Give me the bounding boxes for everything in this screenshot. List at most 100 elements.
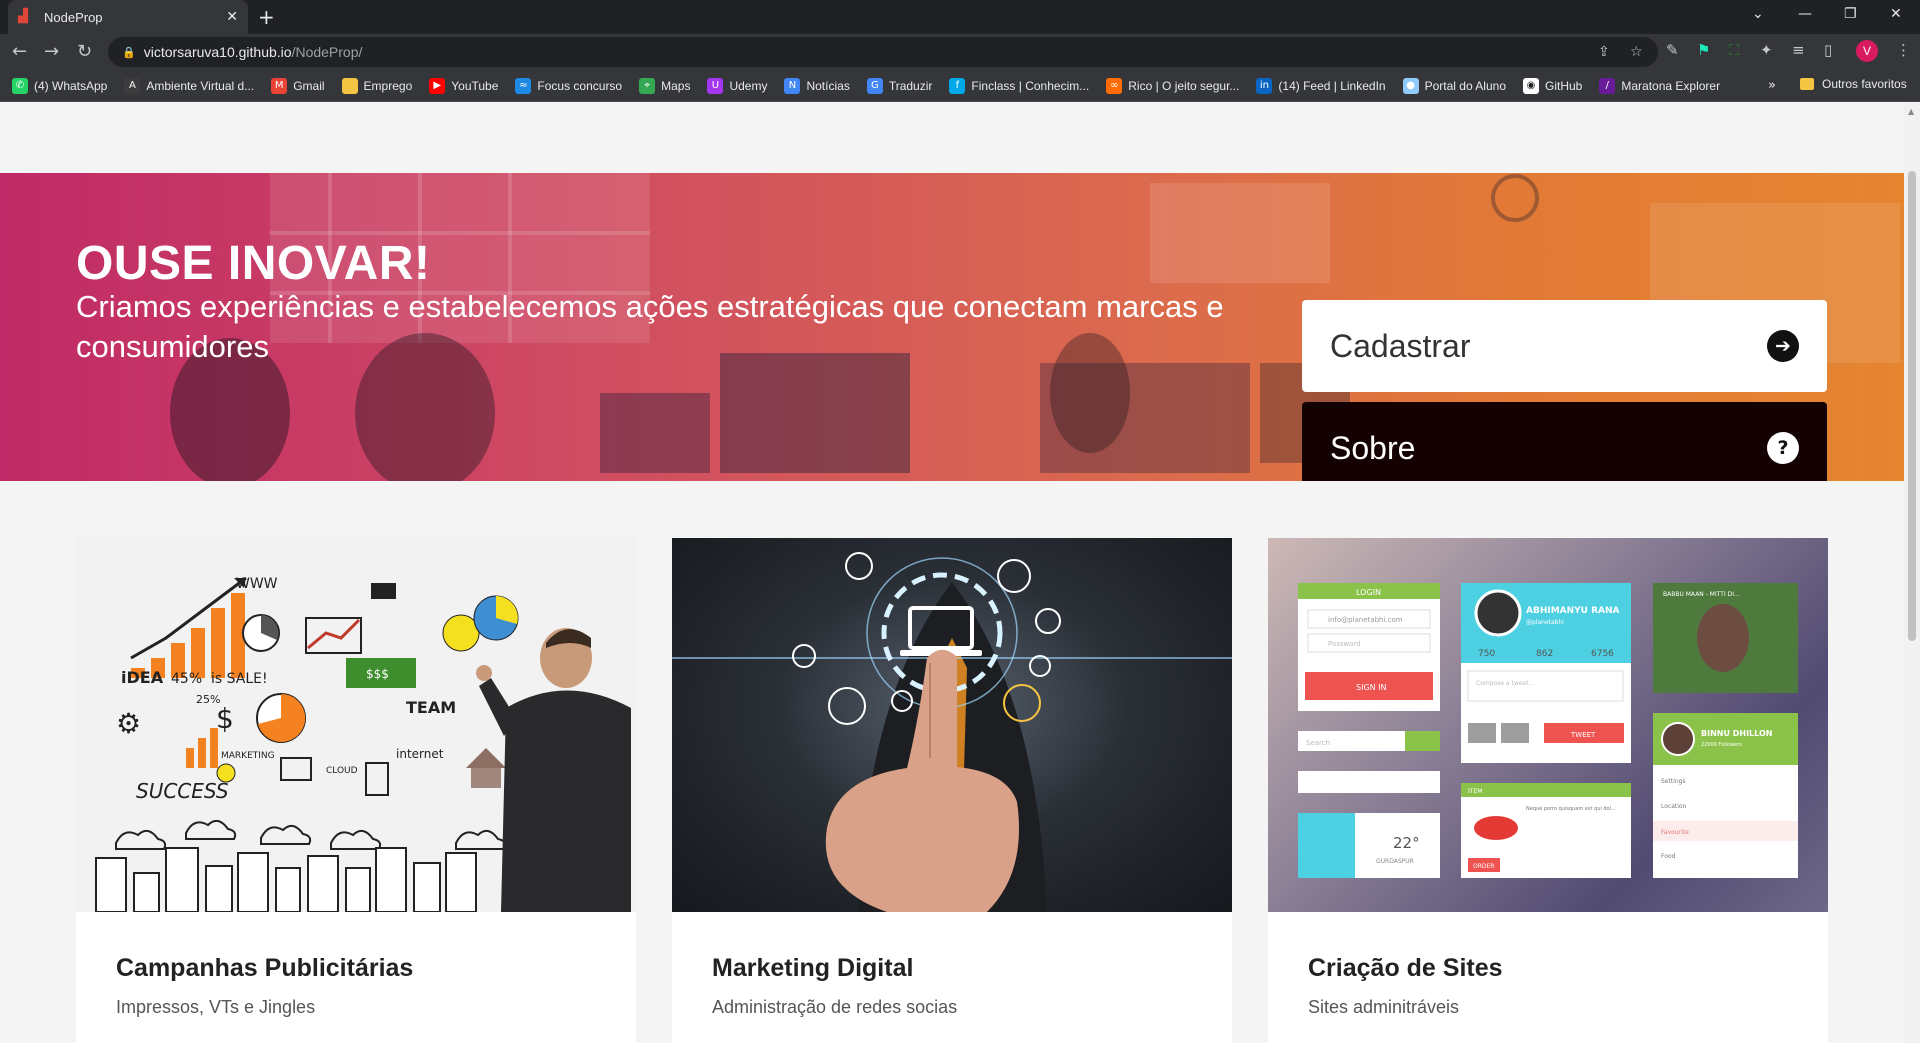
- svg-text:6756: 6756: [1591, 649, 1614, 659]
- svg-text:22000 Followers: 22000 Followers: [1701, 742, 1742, 748]
- question-circle-icon: ?: [1767, 432, 1799, 464]
- scrollbar-thumb[interactable]: [1908, 171, 1916, 641]
- more-bookmarks-icon[interactable]: »: [1768, 78, 1776, 93]
- reload-icon[interactable]: ↻: [77, 41, 92, 62]
- bookmark-label: Traduzir: [888, 78, 933, 93]
- maps-icon: ⌖: [639, 77, 656, 94]
- profile-avatar[interactable]: V: [1856, 40, 1878, 62]
- minimize-icon[interactable]: —: [1798, 6, 1812, 22]
- browser-tab[interactable]: ▟ NodeProp ✕: [8, 0, 248, 34]
- browser-toolbar: ← → ↻ 🔒 victorsaruva10.github.io /NodePr…: [0, 34, 1920, 70]
- card-subtitle: Impressos, VTs e Jingles: [116, 997, 316, 1017]
- bookmark-label: Notícias: [806, 78, 850, 93]
- svg-text:Password: Password: [1328, 640, 1361, 648]
- focus-icon: ≈: [515, 77, 532, 94]
- url-host: victorsaruva10.github.io: [143, 44, 292, 60]
- svg-text:@planetabhi: @planetabhi: [1526, 619, 1564, 626]
- doodle-www-text: WWW: [236, 576, 278, 592]
- bookmark-item[interactable]: ≈ Focus concurso: [515, 77, 622, 94]
- bookmark-item[interactable]: / Maratona Explorer: [1599, 77, 1721, 94]
- lock-icon: 🔒: [122, 45, 136, 59]
- bookmark-item[interactable]: ◉ GitHub: [1523, 77, 1582, 94]
- svg-text:internet: internet: [396, 747, 444, 761]
- card-title: Marketing Digital: [712, 954, 914, 982]
- bookmark-label: (14) Feed | LinkedIn: [1278, 78, 1386, 93]
- whatsapp-icon: ✆: [12, 77, 28, 94]
- bookmark-label: Udemy: [729, 78, 768, 93]
- bookmark-item[interactable]: U Udemy: [707, 77, 768, 94]
- card-title: Campanhas Publicitárias: [116, 954, 414, 982]
- side-panel-icon[interactable]: ▯: [1824, 41, 1832, 59]
- svg-text:BABBU MAAN - MITTI DI...: BABBU MAAN - MITTI DI...: [1663, 591, 1740, 598]
- linkedin-icon: in: [1256, 77, 1273, 94]
- hero-title: OUSE INOVAR!: [76, 237, 431, 290]
- svg-text:info@planetabhi.com: info@planetabhi.com: [1328, 616, 1403, 624]
- bookmark-label: Maratona Explorer: [1621, 78, 1721, 93]
- about-button[interactable]: Sobre ?: [1302, 402, 1827, 481]
- site-favicon-icon: ▟: [18, 9, 28, 24]
- share-icon[interactable]: ⇪: [1598, 44, 1610, 60]
- svg-text:22°: 22°: [1393, 834, 1420, 852]
- translate-icon: G: [866, 77, 883, 94]
- news-icon: N: [784, 77, 801, 94]
- scroll-up-icon[interactable]: ▲: [1908, 107, 1914, 116]
- service-card-websites[interactable]: LOGIN info@planetabhi.com Password SIGN …: [1268, 538, 1828, 1043]
- tab-strip: ▟ NodeProp ✕ + ⌄ — ❐ ✕: [0, 0, 1920, 34]
- page-scrollbar[interactable]: ▲: [1904, 103, 1920, 1043]
- svg-text:ORDER: ORDER: [1473, 863, 1494, 870]
- bookmark-item[interactable]: G Traduzir: [866, 77, 933, 94]
- reading-list-icon[interactable]: ≡: [1792, 41, 1805, 59]
- bookmark-item[interactable]: A Ambiente Virtual d...: [124, 77, 255, 94]
- forward-icon[interactable]: →: [44, 41, 59, 62]
- bookmark-item[interactable]: ⌖ Maps: [639, 77, 690, 94]
- svg-text:45%: 45%: [171, 671, 202, 687]
- extension-expand-icon[interactable]: ⛶: [1729, 41, 1740, 59]
- bookmark-item[interactable]: ✆ (4) WhatsApp: [12, 77, 108, 94]
- hero-subtitle: Criamos experiências e estabelecemos açõ…: [76, 289, 1224, 364]
- bookmark-item[interactable]: Emprego: [341, 77, 412, 94]
- bookmark-item[interactable]: ▶ YouTube: [429, 77, 498, 94]
- svg-text:Location: Location: [1661, 803, 1687, 810]
- menu-kebab-icon[interactable]: ⋮: [1896, 41, 1911, 59]
- bookmark-item[interactable]: in (14) Feed | LinkedIn: [1256, 77, 1386, 94]
- bookmark-item[interactable]: f Finclass | Conhecim...: [949, 77, 1089, 94]
- youtube-icon: ▶: [429, 77, 446, 94]
- page-viewport: OUSE INOVAR! Criamos experiências e esta…: [0, 103, 1904, 1043]
- svg-text:$$$: $$$: [366, 667, 389, 681]
- rico-icon: ∞: [1106, 77, 1123, 94]
- svg-text:Favourite: Favourite: [1661, 829, 1689, 836]
- other-bookmarks-folder[interactable]: Outros favoritos: [1800, 77, 1907, 91]
- other-bookmarks-label: Outros favoritos: [1822, 77, 1907, 91]
- gmail-icon: M: [271, 77, 288, 94]
- svg-text:MARKETING: MARKETING: [221, 751, 275, 761]
- signup-button-label: Cadastrar: [1330, 327, 1471, 364]
- bookmark-item[interactable]: ● Portal do Aluno: [1402, 77, 1506, 94]
- bookmark-item[interactable]: N Notícias: [784, 77, 850, 94]
- bookmark-star-icon[interactable]: ☆: [1630, 44, 1643, 60]
- bookmark-label: (4) WhatsApp: [34, 78, 108, 93]
- new-tab-icon[interactable]: +: [258, 5, 275, 29]
- bookmark-item[interactable]: M Gmail: [271, 77, 325, 94]
- tab-search-icon[interactable]: ⌄: [1752, 6, 1764, 22]
- bookmark-item[interactable]: ∞ Rico | O jeito segur...: [1106, 77, 1239, 94]
- service-card-campaigns[interactable]: WWW iDEA 45% is SALE! 25% ⚙ $ MARKETING …: [76, 538, 636, 1043]
- svg-text:TEAM: TEAM: [406, 698, 456, 717]
- svg-text:ABHIMANYU RANA: ABHIMANYU RANA: [1526, 606, 1620, 616]
- extensions-puzzle-icon[interactable]: ✦: [1760, 41, 1773, 59]
- bookmarks-bar: ✆ (4) WhatsApp A Ambiente Virtual d... M Gmai…: [0, 70, 1920, 102]
- address-bar[interactable]: 🔒 victorsaruva10.github.io /NodeProp/ ⇪ …: [108, 37, 1658, 67]
- ava-icon: A: [124, 77, 141, 94]
- svg-text:iDEA: iDEA: [121, 668, 164, 687]
- folder-icon: [1800, 78, 1814, 90]
- service-card-digital-marketing[interactable]: Marketing Digital Administração de redes…: [672, 538, 1232, 1043]
- close-window-icon[interactable]: ✕: [1890, 6, 1902, 22]
- hero-banner: OUSE INOVAR! Criamos experiências e esta…: [0, 173, 1904, 481]
- restore-icon[interactable]: ❐: [1844, 6, 1857, 22]
- bookmark-label: Ambiente Virtual d...: [146, 78, 255, 93]
- close-tab-icon[interactable]: ✕: [226, 9, 238, 25]
- svg-text:CLOUD: CLOUD: [326, 766, 358, 776]
- extension-flag-icon[interactable]: ⚑: [1697, 41, 1710, 59]
- signup-button[interactable]: Cadastrar ➔: [1302, 300, 1827, 392]
- extension-pen-icon[interactable]: ✎: [1666, 41, 1679, 59]
- back-icon[interactable]: ←: [12, 41, 27, 62]
